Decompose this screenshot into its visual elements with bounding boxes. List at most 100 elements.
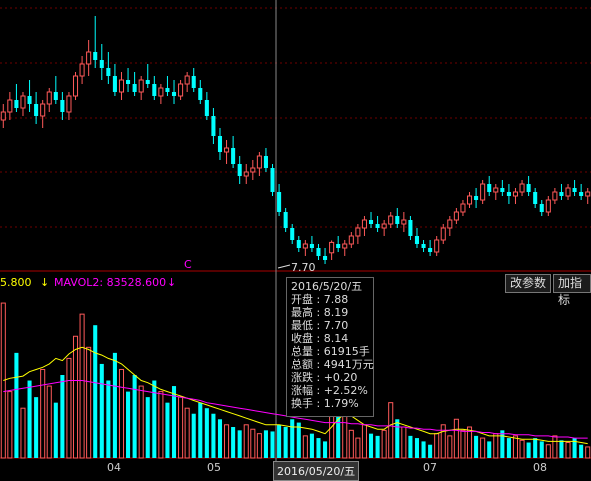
tooltip-change: 涨跌 : +0.20 [291,371,358,384]
candle-body [178,83,184,97]
add-indicator-button[interactable]: 加指标 [553,274,591,307]
candle-body [545,199,551,213]
candle-body [565,187,571,197]
volume-bar [342,413,348,459]
volume-bar [506,438,511,458]
candle-body [381,223,387,229]
candle-body [224,147,230,153]
candle-body [487,184,492,192]
volume-bar [93,325,98,458]
volume-bar [217,419,223,458]
volume-bar [72,335,79,459]
change-params-button[interactable]: 改参数 [505,274,552,293]
candle-body [302,243,308,249]
candle-body [466,195,473,205]
candle-body [361,219,367,229]
volume-bar [79,313,85,459]
volume-bar [434,433,440,459]
volume-bar [440,424,446,459]
candle-body [263,156,268,168]
volume-bar [447,435,453,459]
volume-bar [53,402,58,458]
candle-body [388,215,394,225]
candle-body [329,241,335,254]
candle-body [66,95,72,113]
volume-bar [348,429,354,459]
tooltip-amount: 总额 : 4941万元 [291,358,374,371]
candle-body [395,216,400,224]
tooltip-volume: 总量 : 61915手 [291,345,370,358]
candle-body [579,192,584,196]
candle-body [533,192,538,204]
volume-bar [526,442,531,458]
candle-body [375,224,380,228]
mavol2-down-arrow: ↓ [167,276,177,289]
volume-bar [40,368,46,459]
volume-bar [381,429,387,459]
candle-body [316,248,321,256]
volume-bar [138,385,144,459]
volume-bar [474,435,479,458]
volume-bar [309,433,314,458]
x-tick-05: 05 [207,461,221,474]
volume-bar [243,424,249,459]
candle-body [243,171,249,177]
volume-bar [158,391,164,459]
volume-bar [579,444,584,458]
volume-bar [118,368,125,459]
volume-bar [60,375,65,458]
candle-body [474,196,479,200]
volume-bar [283,427,288,458]
x-tick-07: 07 [423,461,437,474]
candle-body [323,256,328,260]
tooltip-high: 最高 : 8.19 [291,306,349,319]
candle-body [60,100,65,112]
volume-bar [231,427,236,458]
candle-body [453,211,459,221]
volume-bar [191,413,196,458]
candle-body [53,92,58,100]
volume-bar [106,380,111,458]
volume-bar [428,444,433,458]
candle-body [460,203,466,213]
volume-bar [46,385,52,459]
volume-bar [112,352,117,458]
candle-body [0,111,6,121]
candle-body [14,100,19,108]
candle-body [309,244,314,248]
volume-bar [460,429,466,459]
candle-body [126,80,131,84]
candle-body [277,192,282,212]
tooltip-open: 开盘 : 7.88 [291,293,349,306]
candle-body [132,84,137,92]
candle-body [401,219,407,225]
candle-body [559,192,564,196]
candle-body [152,84,157,96]
candle-body [512,191,519,197]
candle-body [506,192,511,196]
volume-bar [316,438,321,458]
candle-body [99,60,104,68]
volume-bar [302,435,308,459]
volume-bar [277,424,282,458]
volume-bar [20,407,26,459]
candle-body [158,87,164,97]
candle-body [480,183,486,201]
candle-body [79,63,85,77]
candle-body [493,187,499,193]
volume-bar [519,439,525,459]
volume-bar [408,435,413,458]
candle-body [20,95,26,109]
volume-bar [184,407,190,459]
candle-body [447,219,453,229]
candle-body [283,212,288,228]
candle-body [34,104,39,116]
candle-body [7,99,13,113]
candle-body [526,184,531,192]
candle-body [191,76,196,88]
volume-bar [198,402,203,458]
volume-bar [237,430,242,458]
volume-bar [355,437,361,459]
volume-bar [27,380,32,458]
candle-body [348,235,354,245]
